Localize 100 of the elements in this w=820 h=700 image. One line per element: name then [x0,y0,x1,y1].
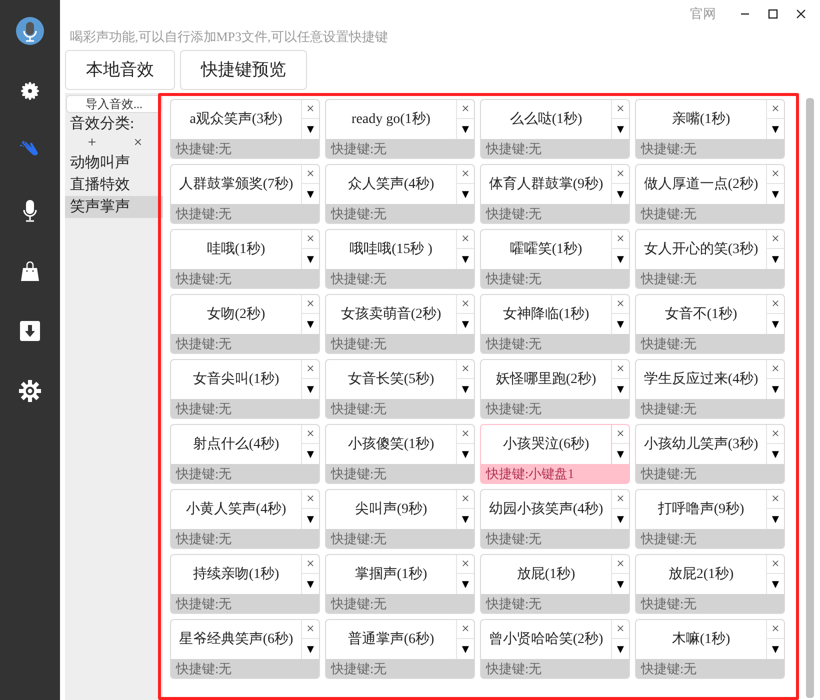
dropdown-button[interactable]: ▼ [302,639,319,659]
scrollbar-thumb[interactable] [806,98,814,698]
dropdown-button[interactable]: ▼ [767,509,784,529]
delete-button[interactable]: × [612,165,629,184]
sound-card[interactable]: 尖叫声(9秒) × ▼ 快捷键:无 [325,489,475,549]
download-icon[interactable] [20,321,40,341]
delete-button[interactable]: × [457,490,474,509]
dropdown-button[interactable]: ▼ [302,379,319,399]
delete-button[interactable]: × [302,555,319,574]
delete-button[interactable]: × [302,295,319,314]
delete-button[interactable]: × [612,555,629,574]
sound-card[interactable]: 嚯嚯笑(1秒) × ▼ 快捷键:无 [480,229,630,289]
delete-button[interactable]: × [457,165,474,184]
dropdown-button[interactable]: ▼ [612,379,629,399]
delete-button[interactable]: × [767,100,784,119]
sound-card[interactable]: ready go(1秒) × ▼ 快捷键:无 [325,99,475,159]
dropdown-button[interactable]: ▼ [767,574,784,594]
delete-button[interactable]: × [612,360,629,379]
sound-card[interactable]: 射点什么(4秒) × ▼ 快捷键:无 [170,424,320,484]
tab[interactable]: 本地音效 [65,50,175,90]
remove-category-button[interactable]: × [134,134,142,152]
delete-button[interactable]: × [302,360,319,379]
delete-button[interactable]: × [302,100,319,119]
sound-card[interactable]: 打呼噜声(9秒) × ▼ 快捷键:无 [635,489,785,549]
sound-card[interactable]: 小黄人笑声(4秒) × ▼ 快捷键:无 [170,489,320,549]
dropdown-button[interactable]: ▼ [457,314,474,334]
delete-button[interactable]: × [767,555,784,574]
delete-button[interactable]: × [767,230,784,249]
tab[interactable]: 快捷键预览 [180,50,307,90]
delete-button[interactable]: × [612,100,629,119]
delete-button[interactable]: × [302,490,319,509]
sound-card[interactable]: 么么哒(1秒) × ▼ 快捷键:无 [480,99,630,159]
delete-button[interactable]: × [457,100,474,119]
dropdown-button[interactable]: ▼ [302,509,319,529]
dropdown-button[interactable]: ▼ [457,509,474,529]
dropdown-button[interactable]: ▼ [767,444,784,464]
delete-button[interactable]: × [457,555,474,574]
delete-button[interactable]: × [457,360,474,379]
microphone-logo-icon[interactable] [16,17,44,45]
delete-button[interactable]: × [457,620,474,639]
dropdown-button[interactable]: ▼ [612,509,629,529]
dropdown-button[interactable]: ▼ [767,249,784,269]
dropdown-button[interactable]: ▼ [302,249,319,269]
dropdown-button[interactable]: ▼ [302,314,319,334]
dropdown-button[interactable]: ▼ [302,119,319,139]
import-button[interactable]: 导入音效... [66,95,162,113]
delete-button[interactable]: × [457,230,474,249]
dropdown-button[interactable]: ▼ [457,119,474,139]
delete-button[interactable]: × [302,230,319,249]
sound-card[interactable]: 女吻(2秒) × ▼ 快捷键:无 [170,294,320,354]
dropdown-button[interactable]: ▼ [612,444,629,464]
flower-icon[interactable] [20,81,40,101]
sound-card[interactable]: 普通掌声(6秒) × ▼ 快捷键:无 [325,619,475,679]
settings-icon[interactable] [19,380,41,402]
dropdown-button[interactable]: ▼ [457,639,474,659]
dropdown-button[interactable]: ▼ [302,184,319,204]
sound-card[interactable]: 女孩卖萌音(2秒) × ▼ 快捷键:无 [325,294,475,354]
sound-card[interactable]: 小孩哭泣(6秒) × ▼ 快捷键:小键盘1 [480,424,630,484]
delete-button[interactable]: × [767,295,784,314]
dropdown-button[interactable]: ▼ [767,184,784,204]
delete-button[interactable]: × [302,165,319,184]
delete-button[interactable]: × [612,620,629,639]
dropdown-button[interactable]: ▼ [457,444,474,464]
dropdown-button[interactable]: ▼ [767,119,784,139]
dropdown-button[interactable]: ▼ [612,119,629,139]
sound-card[interactable]: 妖怪哪里跑(2秒) × ▼ 快捷键:无 [480,359,630,419]
close-icon[interactable] [796,9,806,19]
delete-button[interactable]: × [767,425,784,444]
sound-card[interactable]: 哦哇哦(15秒 ) × ▼ 快捷键:无 [325,229,475,289]
delete-button[interactable]: × [457,425,474,444]
delete-button[interactable]: × [767,490,784,509]
sound-card[interactable]: 放屁2(1秒) × ▼ 快捷键:无 [635,554,785,614]
sound-card[interactable]: 女音尖叫(1秒) × ▼ 快捷键:无 [170,359,320,419]
sound-card[interactable]: 女音不(1秒) × ▼ 快捷键:无 [635,294,785,354]
delete-button[interactable]: × [302,620,319,639]
dropdown-button[interactable]: ▼ [612,639,629,659]
sound-card[interactable]: a观众笑声(3秒) × ▼ 快捷键:无 [170,99,320,159]
shopping-bag-icon[interactable] [20,261,40,281]
delete-button[interactable]: × [767,360,784,379]
sound-card[interactable]: 木嘛(1秒) × ▼ 快捷键:无 [635,619,785,679]
delete-button[interactable]: × [612,490,629,509]
dropdown-button[interactable]: ▼ [302,574,319,594]
sound-card[interactable]: 亲嘴(1秒) × ▼ 快捷键:无 [635,99,785,159]
sound-card[interactable]: 小孩傻笑(1秒) × ▼ 快捷键:无 [325,424,475,484]
delete-button[interactable]: × [302,425,319,444]
dropdown-button[interactable]: ▼ [767,314,784,334]
dropdown-button[interactable]: ▼ [612,574,629,594]
sound-card[interactable]: 放屁(1秒) × ▼ 快捷键:无 [480,554,630,614]
microphone-icon[interactable] [23,200,37,222]
dropdown-button[interactable]: ▼ [457,379,474,399]
dropdown-button[interactable]: ▼ [612,314,629,334]
sound-card[interactable]: 掌掴声(1秒) × ▼ 快捷键:无 [325,554,475,614]
dropdown-button[interactable]: ▼ [302,444,319,464]
category-item[interactable]: 笑声掌声 [65,196,163,218]
delete-button[interactable]: × [457,295,474,314]
dropdown-button[interactable]: ▼ [767,639,784,659]
delete-button[interactable]: × [612,295,629,314]
add-category-button[interactable]: + [88,134,96,152]
delete-button[interactable]: × [612,425,629,444]
dropdown-button[interactable]: ▼ [457,249,474,269]
